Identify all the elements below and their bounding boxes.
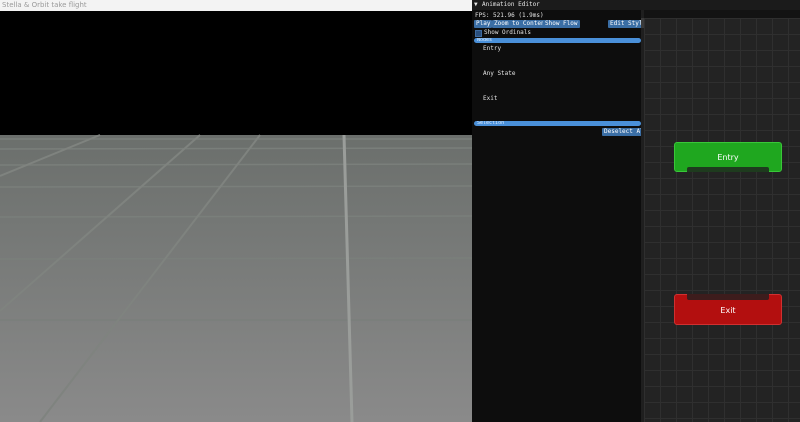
play-button[interactable]: Play bbox=[474, 20, 493, 28]
viewport-title: Stella & Orbit take flight bbox=[0, 0, 472, 11]
editor-title-bar[interactable]: ▼ Animation Editor bbox=[472, 0, 800, 10]
graph-canvas-header bbox=[644, 10, 800, 18]
graph-node-exit-label: Exit bbox=[720, 306, 736, 315]
graph-node-exit[interactable]: Exit bbox=[674, 294, 782, 325]
zoom-to-content-button[interactable]: Zoom to Content bbox=[492, 20, 551, 28]
graph-node-entry-label: Entry bbox=[717, 153, 739, 162]
show-flow-button[interactable]: Show Flow bbox=[543, 20, 580, 28]
nodes-section-header[interactable]: Nodes bbox=[474, 38, 641, 43]
node-graph-canvas[interactable] bbox=[644, 18, 800, 422]
show-ordinals-label: Show Ordinals bbox=[484, 29, 531, 36]
node-list-item-exit[interactable]: Exit bbox=[483, 95, 497, 103]
exit-input-pin[interactable] bbox=[687, 294, 769, 300]
editor-sidebar: FPS: 521.96 (1.9ms) Play Zoom to Content… bbox=[472, 10, 650, 422]
entry-output-pin[interactable] bbox=[687, 167, 769, 172]
node-list-item-any-state[interactable]: Any State bbox=[483, 70, 516, 78]
editor-title: Animation Editor bbox=[482, 1, 540, 8]
selection-section-header[interactable]: Selection bbox=[474, 121, 641, 126]
fps-readout: FPS: 521.96 (1.9ms) bbox=[475, 12, 544, 19]
animation-editor-window: ▼ Animation Editor FPS: 521.96 (1.9ms) P… bbox=[472, 0, 800, 422]
floor-plane bbox=[0, 135, 472, 422]
scene-render[interactable] bbox=[0, 11, 472, 422]
node-list-item-entry[interactable]: Entry bbox=[483, 45, 501, 53]
collapse-triangle-icon[interactable]: ▼ bbox=[474, 0, 478, 10]
graph-node-entry[interactable]: Entry bbox=[674, 142, 782, 172]
scene-viewport[interactable]: Stella & Orbit take flight bbox=[0, 0, 472, 422]
show-ordinals-checkbox[interactable] bbox=[475, 30, 482, 37]
